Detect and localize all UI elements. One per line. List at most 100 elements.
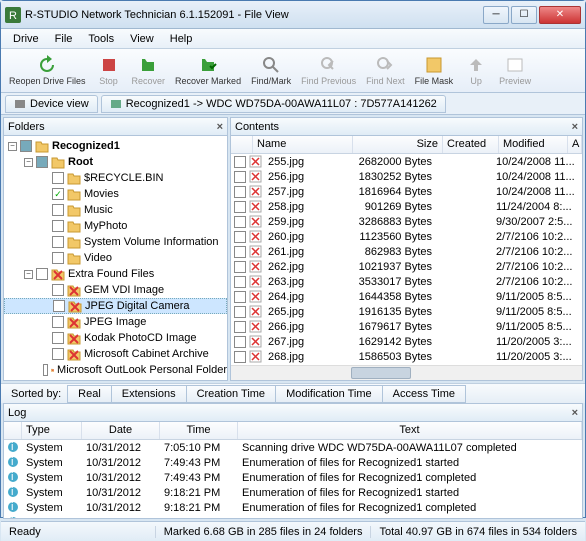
row-checkbox[interactable]: [234, 216, 246, 228]
row-checkbox[interactable]: [234, 306, 246, 318]
file-row[interactable]: 256.jpg1830252 Bytes10/24/2008 11...: [231, 169, 582, 184]
file-row[interactable]: 261.jpg862983 Bytes2/7/2106 10:2...: [231, 244, 582, 259]
row-checkbox[interactable]: [234, 231, 246, 243]
menu-drive[interactable]: Drive: [5, 31, 47, 47]
row-checkbox[interactable]: [234, 351, 246, 363]
contents-header[interactable]: Name Size Created Modified A: [231, 136, 582, 154]
col-modified[interactable]: Modified: [499, 136, 568, 153]
col-a[interactable]: A: [568, 136, 582, 153]
tree-checkbox[interactable]: [52, 332, 64, 344]
sort-real[interactable]: Real: [67, 385, 112, 403]
tree-checkbox[interactable]: [52, 284, 64, 296]
menu-help[interactable]: Help: [162, 31, 201, 47]
tree-toggle[interactable]: −: [24, 270, 33, 279]
hscrollbar[interactable]: [231, 365, 582, 380]
row-checkbox[interactable]: [234, 336, 246, 348]
sort-atime[interactable]: Access Time: [383, 385, 466, 403]
row-checkbox[interactable]: [234, 171, 246, 183]
tree-node[interactable]: Kodak PhotoCD Image: [4, 330, 227, 346]
tree-checkbox[interactable]: [52, 236, 64, 248]
tb-recovermarked[interactable]: Recover Marked: [171, 53, 245, 88]
tree-checkbox[interactable]: [52, 220, 64, 232]
tree-node[interactable]: Microsoft OutLook Personal Folder: [4, 362, 227, 378]
log-body[interactable]: iSystem10/31/20127:05:10 PMScanning driv…: [4, 440, 582, 518]
file-row[interactable]: 255.jpg2682000 Bytes10/24/2008 11...: [231, 154, 582, 169]
file-row[interactable]: 265.jpg1916135 Bytes9/11/2005 8:5...: [231, 304, 582, 319]
tree-checkbox[interactable]: [52, 172, 64, 184]
file-row[interactable]: 266.jpg1679617 Bytes9/11/2005 8:5...: [231, 319, 582, 334]
tree-checkbox[interactable]: [52, 348, 64, 360]
tree-node[interactable]: Microsoft Cabinet Archive: [4, 346, 227, 362]
titlebar[interactable]: R R-STUDIO Network Technician 6.1.152091…: [1, 1, 585, 29]
row-checkbox[interactable]: [234, 276, 246, 288]
row-checkbox[interactable]: [234, 186, 246, 198]
log-header[interactable]: Type Date Time Text: [4, 422, 582, 440]
tree-checkbox[interactable]: [52, 252, 64, 264]
tree-checkbox[interactable]: [20, 140, 32, 152]
close-folders-icon[interactable]: ×: [217, 121, 223, 133]
sort-mtime[interactable]: Modification Time: [276, 385, 383, 403]
file-row[interactable]: 257.jpg1816964 Bytes10/24/2008 11...: [231, 184, 582, 199]
tree-node[interactable]: Microsoft Word Document: [4, 378, 227, 380]
tree-checkbox[interactable]: [36, 156, 48, 168]
log-row[interactable]: iSystem10/31/20127:49:43 PMEnumeration o…: [4, 455, 582, 470]
row-checkbox[interactable]: [234, 261, 246, 273]
tree-node[interactable]: $RECYCLE.BIN: [4, 170, 227, 186]
row-checkbox[interactable]: [234, 246, 246, 258]
tree-node[interactable]: −Root: [4, 154, 227, 170]
close-contents-icon[interactable]: ×: [572, 121, 578, 133]
file-row[interactable]: 262.jpg1021937 Bytes2/7/2106 10:2...: [231, 259, 582, 274]
sort-ctime[interactable]: Creation Time: [187, 385, 276, 403]
lcol-date[interactable]: Date: [82, 422, 160, 439]
tree-checkbox[interactable]: [36, 268, 48, 280]
log-row[interactable]: iSystem10/31/20129:18:21 PMEnumeration o…: [4, 485, 582, 500]
file-row[interactable]: 263.jpg3533017 Bytes2/7/2106 10:2...: [231, 274, 582, 289]
tree-node[interactable]: JPEG Image: [4, 314, 227, 330]
contents-body[interactable]: 255.jpg2682000 Bytes10/24/2008 11...256.…: [231, 154, 582, 365]
lcol-type[interactable]: Type: [22, 422, 82, 439]
tree-node[interactable]: Music: [4, 202, 227, 218]
tree-node[interactable]: JPEG Digital Camera: [4, 298, 227, 314]
sort-ext[interactable]: Extensions: [112, 385, 187, 403]
tree-checkbox[interactable]: [52, 316, 64, 328]
col-name[interactable]: Name: [253, 136, 353, 153]
close-log-icon[interactable]: ×: [572, 407, 578, 419]
file-row[interactable]: 260.jpg1123560 Bytes2/7/2106 10:2...: [231, 229, 582, 244]
menu-file[interactable]: File: [47, 31, 81, 47]
file-row[interactable]: 258.jpg901269 Bytes11/24/2004 8:...: [231, 199, 582, 214]
file-row[interactable]: 268.jpg1586503 Bytes11/20/2005 3:...: [231, 349, 582, 364]
file-row[interactable]: 267.jpg1629142 Bytes11/20/2005 3:...: [231, 334, 582, 349]
tree-checkbox[interactable]: [52, 188, 64, 200]
tree-checkbox[interactable]: [52, 204, 64, 216]
lcol-text[interactable]: Text: [238, 422, 582, 439]
log-row[interactable]: iSystem10/31/20129:18:21 PMEnumeration o…: [4, 500, 582, 515]
tree-node[interactable]: Video: [4, 250, 227, 266]
col-size[interactable]: Size: [353, 136, 443, 153]
col-created[interactable]: Created: [443, 136, 499, 153]
file-row[interactable]: 264.jpg1644358 Bytes9/11/2005 8:5...: [231, 289, 582, 304]
tree-toggle[interactable]: −: [24, 158, 33, 167]
tb-findmark[interactable]: Find/Mark: [247, 53, 295, 88]
row-checkbox[interactable]: [234, 291, 246, 303]
close-button[interactable]: ✕: [539, 6, 581, 24]
tb-filemask[interactable]: File Mask: [411, 53, 458, 88]
tree-node[interactable]: GEM VDI Image: [4, 282, 227, 298]
tb-reopen[interactable]: Reopen Drive Files: [5, 53, 90, 88]
maximize-button[interactable]: ☐: [511, 6, 537, 24]
hscroll-thumb[interactable]: [351, 367, 411, 379]
menu-tools[interactable]: Tools: [80, 31, 122, 47]
row-checkbox[interactable]: [234, 321, 246, 333]
tree-node[interactable]: −Recognized1: [4, 138, 227, 154]
tree-checkbox[interactable]: [43, 364, 48, 376]
tab-device-view[interactable]: Device view: [5, 95, 98, 113]
log-row[interactable]: iSystem10/31/20127:49:43 PMEnumeration o…: [4, 470, 582, 485]
minimize-button[interactable]: ─: [483, 6, 509, 24]
log-row[interactable]: iSystem10/31/20127:05:10 PMScanning driv…: [4, 440, 582, 455]
tree-node[interactable]: Movies: [4, 186, 227, 202]
menu-view[interactable]: View: [122, 31, 162, 47]
lcol-time[interactable]: Time: [160, 422, 238, 439]
tree-node[interactable]: −Extra Found Files: [4, 266, 227, 282]
tree-checkbox[interactable]: [53, 300, 65, 312]
folder-tree[interactable]: −Recognized1−Root$RECYCLE.BINMoviesMusic…: [4, 136, 227, 380]
row-checkbox[interactable]: [234, 201, 246, 213]
